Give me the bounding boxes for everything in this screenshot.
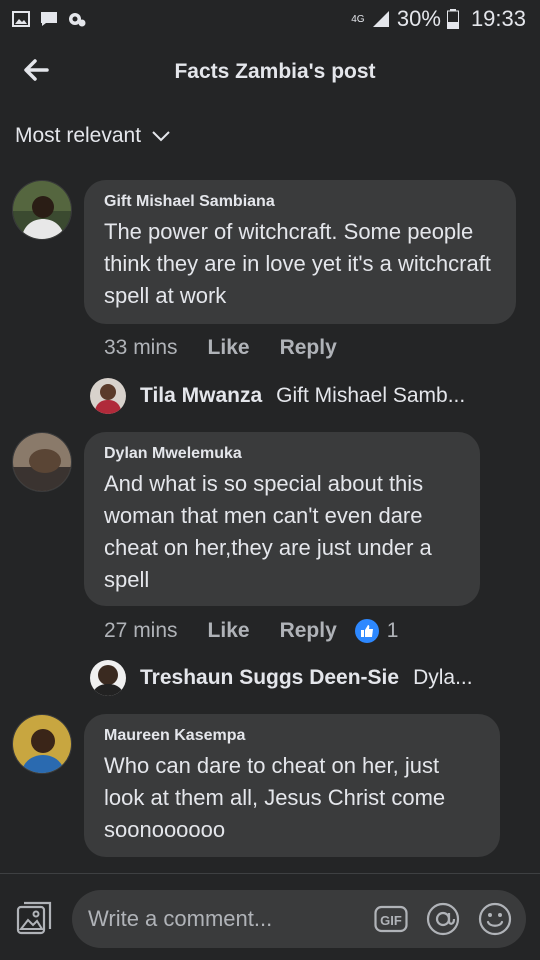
battery-percent: 30% bbox=[396, 6, 441, 31]
signal-icon bbox=[372, 11, 389, 27]
page-title: Facts Zambia's post bbox=[174, 60, 376, 83]
sort-dropdown[interactable]: Most relevant bbox=[15, 124, 171, 148]
gif-label: GIF bbox=[380, 913, 402, 928]
battery-icon bbox=[446, 9, 459, 29]
comment-text: Who can dare to cheat on her, just look … bbox=[104, 753, 446, 842]
reply-preview[interactable]: Tila Mwanza Gift Mishael Samb... bbox=[90, 378, 465, 414]
thumbs-up-icon bbox=[354, 619, 379, 643]
smiley-icon bbox=[478, 902, 512, 936]
comment-actions: 27 mins Like Reply 1 bbox=[104, 619, 398, 643]
comment-author[interactable]: Gift Mishael Sambiana bbox=[104, 193, 496, 211]
gif-button[interactable]: GIF bbox=[374, 902, 408, 936]
gallery-notification-icon bbox=[12, 11, 30, 27]
avatar bbox=[90, 378, 126, 414]
comment-bubble[interactable]: Dylan Mwelemuka And what is so special a… bbox=[84, 432, 480, 606]
avatar[interactable] bbox=[12, 714, 72, 774]
reply-snippet: Dyla... bbox=[413, 666, 473, 689]
sort-label: Most relevant bbox=[15, 124, 142, 147]
avatar bbox=[90, 660, 126, 696]
photo-icon bbox=[16, 901, 52, 935]
like-button[interactable]: Like bbox=[208, 619, 250, 643]
reaction-count: 1 bbox=[386, 619, 399, 642]
avatar[interactable] bbox=[12, 432, 72, 492]
comment-text: And what is so special about this woman … bbox=[104, 471, 432, 592]
emoji-button[interactable] bbox=[478, 902, 512, 936]
comment-bubble[interactable]: Maureen Kasempa Who can dare to cheat on… bbox=[84, 714, 500, 857]
mention-button[interactable] bbox=[426, 902, 460, 936]
reply-button[interactable]: Reply bbox=[280, 619, 337, 643]
reply-button[interactable]: Reply bbox=[280, 336, 337, 360]
chevron-down-icon bbox=[152, 131, 170, 142]
comment-actions: 33 mins Like Reply bbox=[104, 336, 367, 360]
comment-time[interactable]: 27 mins bbox=[104, 619, 178, 643]
comment-composer-bar: GIF bbox=[0, 873, 540, 960]
reply-author: Tila Mwanza bbox=[140, 384, 263, 407]
reply-snippet: Gift Mishael Samb... bbox=[276, 384, 466, 407]
at-sign-icon bbox=[426, 902, 460, 936]
reaction-summary[interactable]: 1 bbox=[354, 619, 399, 643]
comment-author[interactable]: Maureen Kasempa bbox=[104, 727, 480, 745]
avatar[interactable] bbox=[12, 180, 72, 240]
message-notification-icon bbox=[41, 12, 57, 26]
status-bar: 4G 30% 19:33 bbox=[0, 0, 540, 38]
comment-composer: GIF bbox=[72, 890, 526, 948]
post-header: Facts Zambia's post bbox=[0, 38, 540, 104]
network-type: 4G bbox=[351, 13, 365, 25]
comment-input[interactable] bbox=[88, 890, 368, 948]
reply-preview[interactable]: Treshaun Suggs Deen-Sie Dyla... bbox=[90, 660, 473, 696]
comment-bubble[interactable]: Gift Mishael Sambiana The power of witch… bbox=[84, 180, 516, 324]
clock: 19:33 bbox=[470, 6, 526, 31]
reply-author: Treshaun Suggs Deen-Sie bbox=[140, 666, 400, 689]
like-button[interactable]: Like bbox=[208, 336, 250, 360]
settings-notification-icon bbox=[69, 13, 86, 27]
comment-author[interactable]: Dylan Mwelemuka bbox=[104, 445, 460, 463]
comment-time[interactable]: 33 mins bbox=[104, 336, 178, 360]
comment-text: The power of witchcraft. Some people thi… bbox=[104, 219, 491, 308]
photo-button[interactable] bbox=[16, 901, 52, 937]
